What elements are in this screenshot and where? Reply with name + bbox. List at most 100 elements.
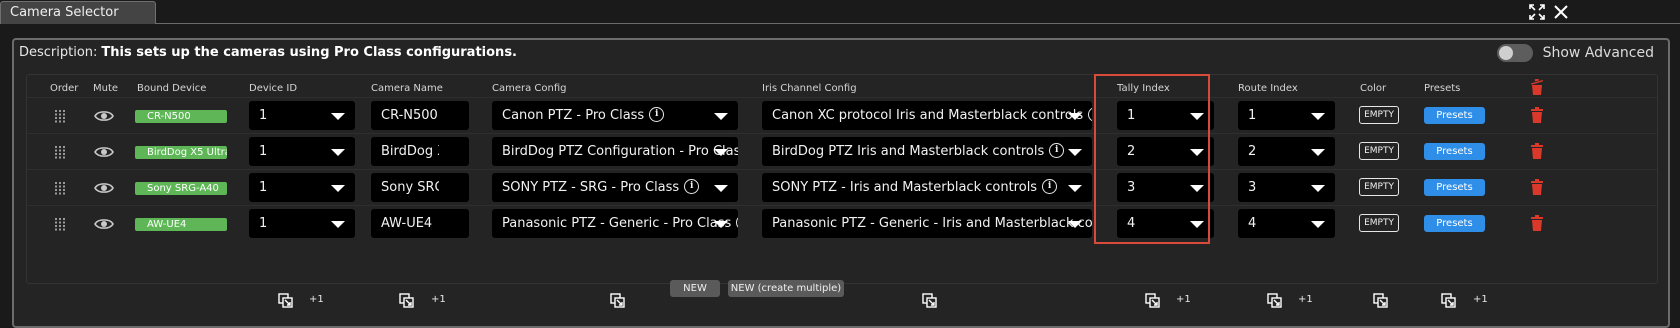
copy-icon-color[interactable]	[1373, 293, 1388, 308]
eye-icon[interactable]	[94, 217, 114, 231]
info-icon[interactable]: i	[736, 215, 738, 230]
bound-device-badge[interactable]: CR-N500	[135, 110, 227, 123]
color-button[interactable]: EMPTY	[1359, 106, 1399, 124]
info-icon[interactable]: i	[649, 107, 665, 122]
chevron-down-icon	[714, 221, 728, 228]
header-route-index: Route Index	[1238, 83, 1298, 94]
plus-one-device-id[interactable]: +1	[309, 294, 324, 305]
bound-device-badge[interactable]: BirdDog X5 Ultra	[135, 146, 227, 159]
tally-index-select[interactable]: 3	[1117, 173, 1214, 202]
header-presets: Presets	[1424, 83, 1461, 94]
plus-one-route-index[interactable]: +1	[1298, 294, 1313, 305]
header-bound-device: Bound Device	[137, 83, 207, 94]
description-label: Description:	[19, 45, 98, 60]
header-color: Color	[1360, 83, 1387, 94]
iris-config-select[interactable]: BirdDog PTZ Iris and Masterblack control…	[762, 137, 1092, 166]
copy-icon-tally-index[interactable]	[1145, 293, 1160, 308]
info-icon[interactable]: i	[684, 179, 700, 194]
iris-config-select[interactable]: Panasonic PTZ - Generic - Iris and Maste…	[762, 209, 1092, 238]
camera-name-value: AW-UE4	[381, 216, 433, 231]
camera-config-value: BirdDog PTZ Configuration - Pro Class	[502, 144, 738, 159]
trash-icon[interactable]	[1531, 143, 1543, 159]
presets-button[interactable]: Presets	[1424, 179, 1485, 196]
presets-button[interactable]: Presets	[1424, 107, 1485, 124]
eye-icon[interactable]	[94, 181, 114, 195]
device-id-select[interactable]: 1	[249, 137, 355, 166]
show-advanced-toggle[interactable]	[1496, 44, 1533, 62]
plus-one-presets[interactable]: +1	[1473, 294, 1488, 305]
chevron-down-icon	[331, 149, 345, 156]
expand-icon[interactable]	[1528, 3, 1546, 21]
delete-all-icon[interactable]	[1531, 78, 1543, 95]
route-index-select[interactable]: 4	[1238, 209, 1335, 238]
presets-button[interactable]: Presets	[1424, 215, 1485, 232]
header-iris-config: Iris Channel Config	[762, 83, 857, 94]
device-id-select[interactable]: 1	[249, 101, 355, 130]
copy-icon-presets[interactable]	[1441, 293, 1456, 308]
trash-icon[interactable]	[1531, 179, 1543, 195]
plus-one-tally-index[interactable]: +1	[1176, 294, 1191, 305]
route-index-value: 3	[1248, 180, 1257, 195]
camera-table: Order Mute Bound Device Device ID Camera…	[26, 74, 1658, 308]
camera-name-input[interactable]: AW-UE4	[371, 209, 469, 238]
tally-index-value: 4	[1127, 216, 1136, 231]
iris-config-select[interactable]: Canon XC protocol Iris and Masterblack c…	[762, 101, 1092, 130]
iris-config-select[interactable]: SONY PTZ - Iris and Masterblack controls…	[762, 173, 1092, 202]
camera-name-input[interactable]: Sony SRG-A	[371, 173, 469, 202]
show-advanced-label: Show Advanced	[1542, 45, 1654, 61]
info-icon[interactable]: i	[1049, 143, 1065, 158]
copy-icon-iris-config[interactable]	[922, 293, 937, 308]
table-row: AW-UE4 1 AW-UE4 Panasonic PTZ - Generic - P…	[27, 205, 1657, 241]
copy-icon-camera-config[interactable]	[610, 293, 625, 308]
new-button[interactable]: NEW	[670, 280, 720, 297]
new-multiple-button[interactable]: NEW (create multiple)	[728, 280, 844, 297]
bound-device-badge[interactable]: AW-UE4	[135, 218, 227, 231]
presets-button[interactable]: Presets	[1424, 143, 1485, 160]
color-button[interactable]: EMPTY	[1359, 214, 1399, 232]
trash-icon[interactable]	[1531, 215, 1543, 231]
copy-icon-route-index[interactable]	[1267, 293, 1282, 308]
camera-name-input[interactable]: BirdDog X5	[371, 137, 469, 166]
color-button[interactable]: EMPTY	[1359, 142, 1399, 160]
tally-index-select[interactable]: 4	[1117, 209, 1214, 238]
chevron-down-icon	[1068, 185, 1082, 192]
drag-handle-icon[interactable]	[54, 217, 65, 231]
header-device-id: Device ID	[249, 83, 298, 94]
chevron-down-icon	[1190, 185, 1204, 192]
drag-handle-icon[interactable]	[54, 145, 65, 159]
route-index-select[interactable]: 1	[1238, 101, 1335, 130]
copy-icon-device-id[interactable]	[278, 293, 293, 308]
info-icon[interactable]: i	[1088, 107, 1092, 122]
drag-handle-icon[interactable]	[54, 181, 65, 195]
plus-one-camera-name[interactable]: +1	[431, 294, 446, 305]
eye-icon[interactable]	[94, 145, 114, 159]
camera-config-select[interactable]: Canon PTZ - Pro Class i	[492, 101, 738, 130]
color-button[interactable]: EMPTY	[1359, 178, 1399, 196]
tally-index-value: 3	[1127, 180, 1136, 195]
route-index-select[interactable]: 3	[1238, 173, 1335, 202]
camera-config-select[interactable]: BirdDog PTZ Configuration - Pro Classi	[492, 137, 738, 166]
drag-handle-icon[interactable]	[54, 109, 65, 123]
camera-name-input[interactable]: CR-N500	[371, 101, 469, 130]
table-row: Sony SRG-A40 1 Sony SRG-A SONY PTZ - SRG - …	[27, 169, 1657, 205]
iris-config-value: Canon XC protocol Iris and Masterblack c…	[772, 108, 1084, 123]
trash-icon[interactable]	[1531, 107, 1543, 123]
info-icon[interactable]: i	[1042, 179, 1058, 194]
route-index-select[interactable]: 2	[1238, 137, 1335, 166]
camera-config-select[interactable]: SONY PTZ - SRG - Pro Class i	[492, 173, 738, 202]
device-id-value: 1	[259, 216, 268, 231]
device-id-select[interactable]: 1	[249, 209, 355, 238]
window-tab[interactable]: Camera Selector	[0, 1, 156, 24]
eye-icon[interactable]	[94, 109, 114, 123]
close-icon[interactable]	[1552, 3, 1570, 21]
header-tally-index: Tally Index	[1117, 83, 1170, 94]
tally-index-value: 2	[1127, 144, 1136, 159]
bound-device-badge[interactable]: Sony SRG-A40	[135, 182, 227, 195]
device-id-select[interactable]: 1	[249, 173, 355, 202]
tally-index-select[interactable]: 1	[1117, 101, 1214, 130]
header-mute: Mute	[93, 83, 119, 94]
window-tabbar: Camera Selector	[0, 0, 1680, 24]
camera-config-select[interactable]: Panasonic PTZ - Generic - Pro Class i	[492, 209, 738, 238]
copy-icon-camera-name[interactable]	[399, 293, 414, 308]
tally-index-select[interactable]: 2	[1117, 137, 1214, 166]
